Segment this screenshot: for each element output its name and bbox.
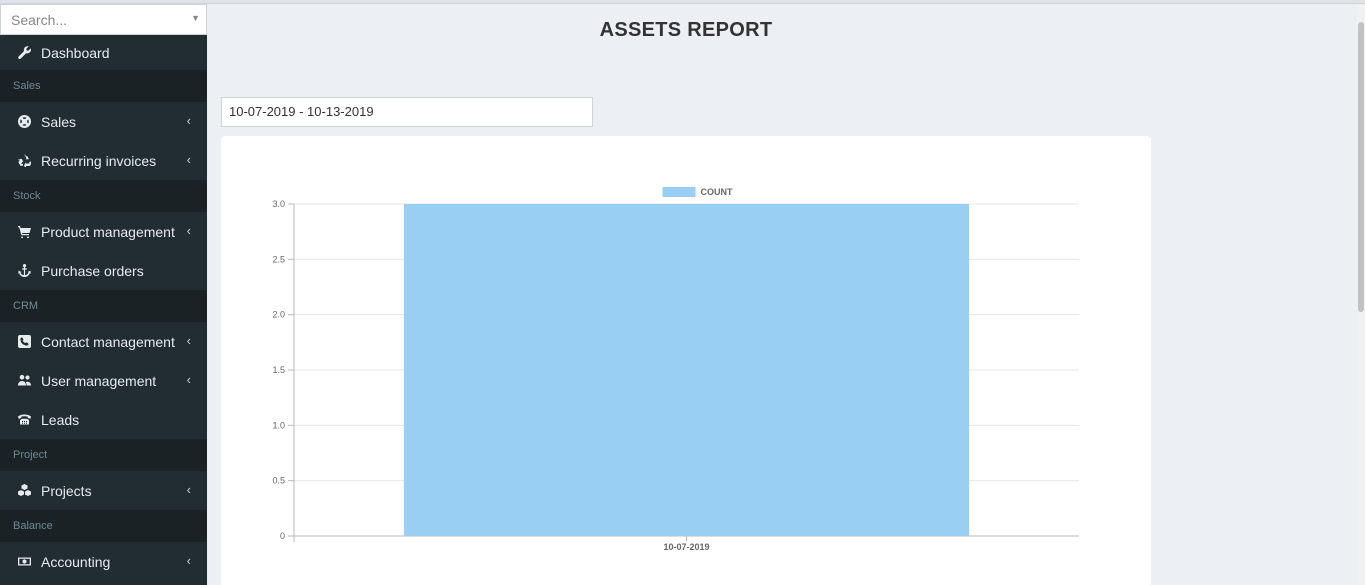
sidebar-item-purchase-orders[interactable]: Purchase orders [0,251,207,290]
phone-square-icon [16,335,32,348]
users-icon [16,374,32,387]
sidebar-item-contact-management[interactable]: Contact management ‹ [0,322,207,361]
wrench-icon [16,46,32,59]
cubes-icon [16,484,32,497]
sidebar-section-project: Project [0,439,207,471]
sidebar-item-label: Leads [41,411,80,428]
sidebar-item-projects[interactable]: Projects ‹ [0,471,207,510]
chevron-left-icon: ‹ [186,152,191,167]
sidebar-item-recurring-invoices[interactable]: Recurring invoices ‹ [0,141,207,180]
legend-swatch [662,187,696,197]
y-tick-label: 2.5 [272,254,285,264]
search-box[interactable]: ▼ [0,4,207,35]
chevron-left-icon: ‹ [186,372,191,387]
fax-icon [16,413,32,426]
sidebar-menu: Dashboard Sales Sales ‹ Recurring invoices ‹ S… [0,35,207,581]
date-range-input[interactable]: 10-07-2019 - 10-13-2019 [221,97,593,127]
sidebar-item-product-management[interactable]: Product management ‹ [0,212,207,251]
y-tick-label: 3.0 [272,199,285,209]
scrollbar-thumb[interactable] [1358,22,1364,312]
y-tick-label: 0.5 [272,476,285,486]
sidebar-item-label: Projects [41,482,92,499]
search-input[interactable] [1,5,186,34]
chevron-left-icon: ‹ [186,553,191,568]
main-content: ASSETS REPORT 10-07-2019 - 10-13-2019 00… [207,4,1357,585]
x-tick-label: 10-07-2019 [663,542,709,552]
money-icon [16,555,32,568]
cart-icon [16,225,32,238]
sidebar-section-stock: Stock [0,180,207,212]
legend-label: COUNT [701,187,733,197]
sidebar: ▼ DashboardSalesSales‹Recurring invoices… [0,4,207,585]
sidebar-item-user-management[interactable]: User management ‹ [0,361,207,400]
assets-bar-chart: 0 0.5 1.0 1.5 2.0 2.5 3.0 10-07-2019 COUNT [272,187,1079,552]
sidebar-section-balance: Balance [0,510,207,542]
sidebar-item-label: Contact management [41,333,175,350]
sidebar-section-sales: Sales [0,70,207,102]
chart-card: 0 0.5 1.0 1.5 2.0 2.5 3.0 10-07-2019 COUNT [221,136,1151,585]
chevron-left-icon: ‹ [186,113,191,128]
y-tick-label: 0 [280,531,285,541]
life-ring-icon [16,115,32,128]
chevron-left-icon: ‹ [186,223,191,238]
sidebar-item-label: Dashboard [41,44,110,61]
sidebar-item-label: User management [41,372,157,389]
sidebar-item-accounting[interactable]: Accounting ‹ [0,542,207,581]
sidebar-item-leads[interactable]: Leads [0,400,207,439]
caret-down-icon[interactable]: ▼ [191,13,200,23]
chevron-left-icon: ‹ [186,333,191,348]
sidebar-item-dashboard[interactable]: Dashboard [0,35,207,70]
recycle-icon [16,154,32,167]
sidebar-item-sales[interactable]: Sales ‹ [0,102,207,141]
sidebar-item-label: Sales [41,113,77,130]
anchor-icon [16,264,32,277]
sidebar-item-label: Recurring invoices [41,152,157,169]
bar-10-07-2019 [403,204,970,536]
y-tick-label: 1.0 [272,420,285,430]
chevron-left-icon: ‹ [186,482,191,497]
scrollbar[interactable] [1357,4,1365,585]
y-tick-label: 2.0 [272,310,285,320]
sidebar-section-crm: CRM [0,290,207,322]
y-tick-label: 1.5 [272,365,285,375]
page-title: ASSETS REPORT [599,19,773,41]
sidebar-item-label: Product management [41,223,175,240]
sidebar-item-label: Accounting [41,553,111,570]
sidebar-item-label: Purchase orders [41,262,144,279]
